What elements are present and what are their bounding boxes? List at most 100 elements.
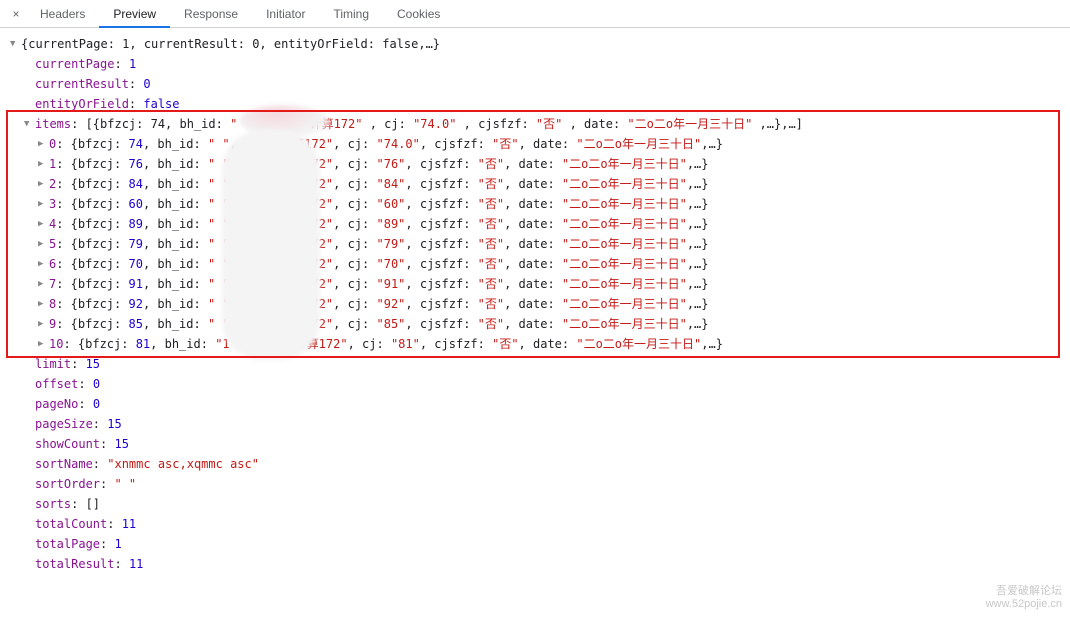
chevron-right-icon[interactable]: ▶ <box>38 274 48 294</box>
property-row[interactable]: ▶currentPage: 1 <box>10 54 1070 74</box>
property-row[interactable]: ▶totalResult: 11 <box>10 554 1070 574</box>
prop-key: offset <box>35 377 78 391</box>
bfzcj-value: 85 <box>128 317 142 331</box>
array-item-row[interactable]: ▶3: {bfzcj: 60, bh_id: " ", bj: "计算172",… <box>10 194 1070 214</box>
prop-value: 0 <box>143 77 150 91</box>
cjsfzf-value: "否" <box>478 277 504 291</box>
chevron-right-icon[interactable]: ▶ <box>38 334 48 354</box>
prop-value: 0 <box>93 397 100 411</box>
chevron-down-icon[interactable]: ▼ <box>24 114 34 134</box>
prop-value: 11 <box>122 517 136 531</box>
property-row[interactable]: ▶totalPage: 1 <box>10 534 1070 554</box>
chevron-right-icon[interactable]: ▶ <box>38 234 48 254</box>
cjsfzf-value: "否" <box>478 157 504 171</box>
prop-key: pageSize <box>35 417 93 431</box>
tab-initiator[interactable]: Initiator <box>252 0 319 28</box>
chevron-right-icon[interactable]: ▶ <box>38 214 48 234</box>
date-value: "二o二o年一月三十日" <box>562 237 687 251</box>
tab-timing[interactable]: Timing <box>319 0 383 28</box>
tab-headers[interactable]: Headers <box>26 0 99 28</box>
property-row[interactable]: ▶sortOrder: " " <box>10 474 1070 494</box>
chevron-right-icon[interactable]: ▶ <box>38 254 48 274</box>
bfzcj-value: 70 <box>128 257 142 271</box>
bfzcj-value: 74 <box>128 137 142 151</box>
chevron-right-icon[interactable]: ▶ <box>38 134 48 154</box>
prop-value: 1 <box>129 57 136 71</box>
prop-value: 15 <box>114 437 128 451</box>
tree-root[interactable]: ▼ {currentPage: 1, currentResult: 0, ent… <box>10 34 1070 54</box>
cj-value: "70" <box>377 257 406 271</box>
bfzcj-value: 84 <box>128 177 142 191</box>
redaction-smudge <box>222 130 320 360</box>
property-row[interactable]: ▶limit: 15 <box>10 354 1070 374</box>
property-row[interactable]: ▶sorts: [] <box>10 494 1070 514</box>
property-row[interactable]: ▶pageSize: 15 <box>10 414 1070 434</box>
prop-value: [] <box>86 497 100 511</box>
root-summary: {currentPage: 1, currentResult: 0, entit… <box>21 34 440 54</box>
property-row[interactable]: ▶pageNo: 0 <box>10 394 1070 414</box>
bfzcj-value: 60 <box>128 197 142 211</box>
array-item-row[interactable]: ▶10: {bfzcj: 81, bh_id: "1 ", bj: "计算172… <box>10 334 1070 354</box>
cj-value: "79" <box>377 237 406 251</box>
prop-value: 11 <box>129 557 143 571</box>
property-row[interactable]: ▶showCount: 15 <box>10 434 1070 454</box>
array-item-row[interactable]: ▶1: {bfzcj: 76, bh_id: " ", bj: "计算172",… <box>10 154 1070 174</box>
cjsfzf-value: "否" <box>478 197 504 211</box>
cjsfzf-value: "否" <box>478 317 504 331</box>
property-row[interactable]: ▶sortName: "xnmmc asc,xqmmc asc" <box>10 454 1070 474</box>
close-icon[interactable]: × <box>6 7 26 21</box>
array-item-row[interactable]: ▶8: {bfzcj: 92, bh_id: " ", bj: "计算172",… <box>10 294 1070 314</box>
cjsfzf-value: "否" <box>478 297 504 311</box>
chevron-right-icon[interactable]: ▶ <box>38 154 48 174</box>
prop-key: totalResult <box>35 557 114 571</box>
array-item-row[interactable]: ▶7: {bfzcj: 91, bh_id: " ", bj: "计算172",… <box>10 274 1070 294</box>
array-item-row[interactable]: ▶5: {bfzcj: 79, bh_id: " ", bj: "计算172",… <box>10 234 1070 254</box>
devtools-tab-bar: × Headers Preview Response Initiator Tim… <box>0 0 1070 28</box>
date-value: "二o二o年一月三十日" <box>576 337 701 351</box>
chevron-down-icon[interactable]: ▼ <box>10 34 20 54</box>
date-value: "二o二o年一月三十日" <box>562 317 687 331</box>
chevron-right-icon[interactable]: ▶ <box>38 314 48 334</box>
tab-cookies[interactable]: Cookies <box>383 0 454 28</box>
prop-key: currentResult <box>35 77 129 91</box>
date-value: "二o二o年一月三十日" <box>562 157 687 171</box>
prop-key: sortOrder <box>35 477 100 491</box>
chevron-right-icon[interactable]: ▶ <box>38 174 48 194</box>
chevron-right-icon[interactable]: ▶ <box>38 194 48 214</box>
cj-value: "76" <box>377 157 406 171</box>
cj-value: "92" <box>377 297 406 311</box>
array-item-row[interactable]: ▶9: {bfzcj: 85, bh_id: " ", bj: "计算172",… <box>10 314 1070 334</box>
array-item-row[interactable]: ▶6: {bfzcj: 70, bh_id: " ", bj: "计算172",… <box>10 254 1070 274</box>
prop-key: showCount <box>35 437 100 451</box>
property-row[interactable]: ▶totalCount: 11 <box>10 514 1070 534</box>
tab-preview[interactable]: Preview <box>99 0 170 28</box>
prop-key: limit <box>35 357 71 371</box>
prop-value: "xnmmc asc,xqmmc asc" <box>107 457 259 471</box>
tab-response[interactable]: Response <box>170 0 252 28</box>
bfzcj-value: 76 <box>128 157 142 171</box>
property-row[interactable]: ▶entityOrField: false <box>10 94 1070 114</box>
cjsfzf-value: "否" <box>478 237 504 251</box>
property-row[interactable]: ▶offset: 0 <box>10 374 1070 394</box>
chevron-right-icon[interactable]: ▶ <box>38 294 48 314</box>
items-row[interactable]: ▼ items: [{bfzcj: 74, bh_id: " " , bj: "… <box>10 114 1070 134</box>
array-item-row[interactable]: ▶0: {bfzcj: 74, bh_id: " ", bj: "计算172",… <box>10 134 1070 154</box>
array-item-row[interactable]: ▶2: {bfzcj: 84, bh_id: " ", bj: "计算172",… <box>10 174 1070 194</box>
prop-value: 15 <box>86 357 100 371</box>
date-value: "二o二o年一月三十日" <box>562 297 687 311</box>
prop-key: totalPage <box>35 537 100 551</box>
prop-key: entityOrField <box>35 97 129 111</box>
date-value: "二o二o年一月三十日" <box>562 257 687 271</box>
prop-value: " " <box>114 477 136 491</box>
cj-value: "85" <box>377 317 406 331</box>
cjsfzf-value: "否" <box>492 337 518 351</box>
array-index: 10 <box>49 337 63 351</box>
cj-value: "74.0" <box>377 137 420 151</box>
json-preview: ▼ {currentPage: 1, currentResult: 0, ent… <box>0 28 1070 574</box>
prop-value: false <box>143 97 179 111</box>
watermark: 吾爱破解论坛 www.52pojie.cn <box>986 585 1062 611</box>
cj-value: "91" <box>377 277 406 291</box>
array-item-row[interactable]: ▶4: {bfzcj: 89, bh_id: " ", bj: "计算172",… <box>10 214 1070 234</box>
prop-value: 15 <box>107 417 121 431</box>
property-row[interactable]: ▶currentResult: 0 <box>10 74 1070 94</box>
